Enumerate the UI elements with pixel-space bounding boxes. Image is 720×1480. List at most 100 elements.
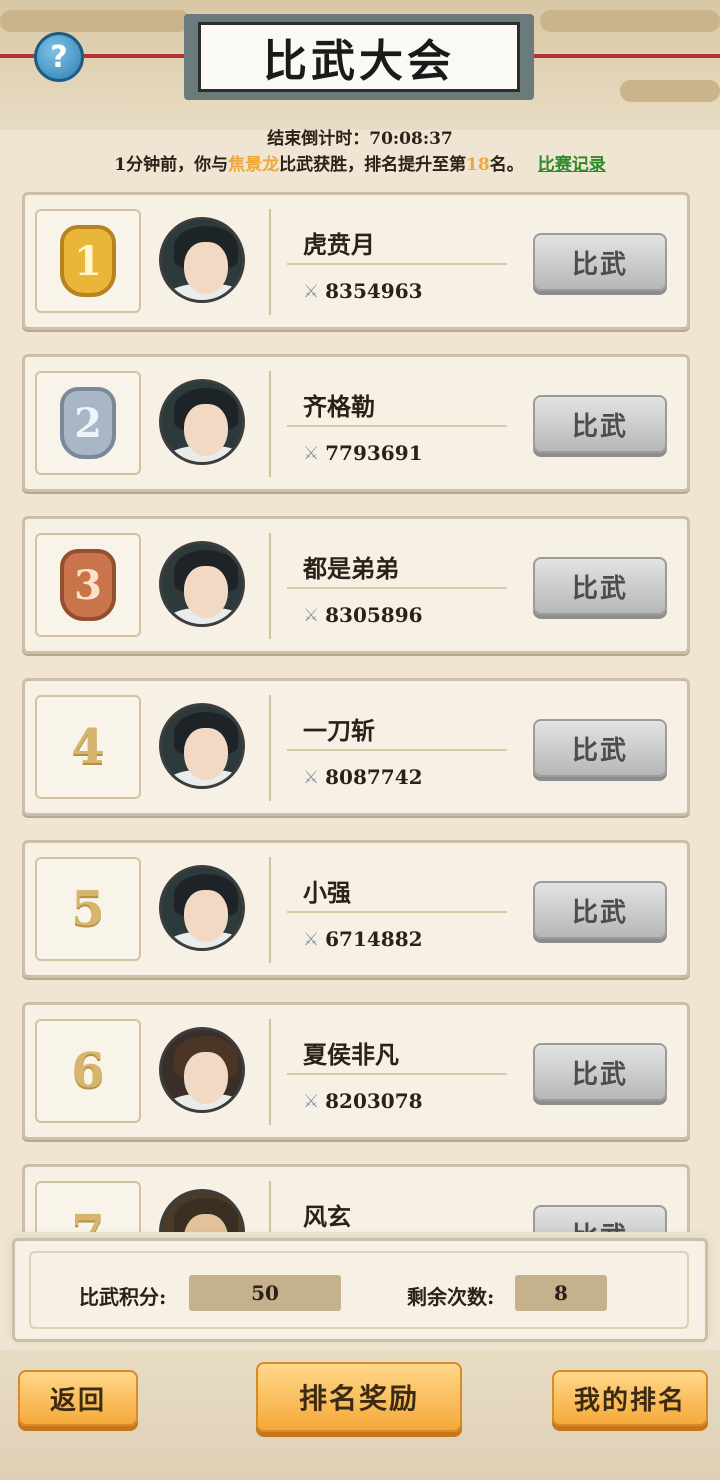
list-item: 2 齐格勒 ⚔ 7793691 比武 [22,354,690,492]
player-name: 齐格勒 [303,392,375,421]
crossed-swords-icon: ⚔ [303,766,320,788]
crossed-swords-icon: ⚔ [303,928,320,950]
rank-box: 2 [35,371,141,475]
page-title: 比武大会 [198,22,520,92]
crossed-swords-icon: ⚔ [303,442,320,464]
player-info: 风玄 比武 [269,1181,679,1232]
challenge-button[interactable]: 比武 [533,1205,667,1232]
rank-box: 1 [35,209,141,313]
combat-power: ⚔ 7793691 [303,441,423,465]
rank-box: 4 [35,695,141,799]
player-name: 虎贲月 [303,230,375,259]
bronze-medal-icon: 3 [60,549,116,621]
power-value: 8305896 [325,603,423,627]
back-button[interactable]: 返回 [18,1370,138,1426]
combat-power: ⚔ 8087742 [303,765,423,789]
match-record-link[interactable]: 比赛记录 [538,155,606,175]
countdown: 结束倒计时：70:08:37 [0,124,720,149]
points-value: 50 [189,1275,341,1311]
player-name: 风玄 [303,1202,351,1231]
challenge-button[interactable]: 比武 [533,395,667,453]
power-value: 6714882 [325,927,423,951]
ranking-list[interactable]: 1 虎贲月 ⚔8354963 比武 2 齐格勒 ⚔7793691 比武 3 [0,192,720,1232]
power-value: 8203078 [325,1089,423,1113]
list-item: 6 夏侯非凡 ⚔ 8203078 比武 [22,1002,690,1140]
player-info: 一刀斩 ⚔ 8087742 比武 [269,695,679,801]
crossed-swords-icon: ⚔ [303,280,320,302]
avatar[interactable] [159,857,249,957]
divider [287,911,507,913]
list-item: 7 风玄 比武 [22,1164,690,1232]
cloud-stripe [540,10,720,32]
divider [287,425,507,427]
challenge-button[interactable]: 比武 [533,1043,667,1101]
result-prefix: 1分钟前，你与 [114,155,229,175]
player-info: 虎贲月 ⚔ 8354963 比武 [269,209,679,315]
player-name: 夏侯非凡 [303,1040,399,1069]
challenge-button[interactable]: 比武 [533,557,667,615]
list-item: 5 小强 ⚔ 6714882 比武 [22,840,690,978]
combat-power: ⚔ 8354963 [303,279,423,303]
crossed-swords-icon: ⚔ [303,604,320,626]
rank-box: 3 [35,533,141,637]
challenge-button[interactable]: 比武 [533,881,667,939]
avatar[interactable] [159,533,249,633]
opponent-name: 焦景龙 [228,155,280,175]
gold-medal-icon: 1 [60,225,116,297]
cloud-stripe [620,80,720,102]
combat-power: ⚔ 6714882 [303,927,423,951]
rank-box: 6 [35,1019,141,1123]
result-mid: 比武获胜，排名提升至第 [279,155,467,175]
my-ranking-button[interactable]: 我的排名 [552,1370,708,1426]
title-plate: 比武大会 [184,14,534,100]
avatar[interactable] [159,1019,249,1119]
player-name: 都是弟弟 [303,554,399,583]
power-value: 8087742 [325,765,423,789]
list-item: 3 都是弟弟 ⚔ 8305896 比武 [22,516,690,654]
divider [287,749,507,751]
list-item: 4 一刀斩 ⚔ 8087742 比武 [22,678,690,816]
rank-number: 6 [71,1043,105,1099]
avatar[interactable] [159,371,249,471]
rank-number: 4 [71,719,105,775]
avatar[interactable] [159,1181,249,1232]
combat-power: ⚔ 8305896 [303,603,423,627]
silver-medal-icon: 2 [60,387,116,459]
player-info: 都是弟弟 ⚔ 8305896 比武 [269,533,679,639]
crossed-swords-icon: ⚔ [303,1090,320,1112]
score-inner: 比武积分: 50 剩余次数: 8 [29,1251,689,1329]
rank-rewards-button[interactable]: 排名奖励 [256,1362,462,1432]
cloud-stripe [0,10,190,32]
rank-number: 7 [71,1205,104,1232]
rank-box: 7 [35,1181,141,1232]
player-info: 小强 ⚔ 6714882 比武 [269,857,679,963]
power-value: 8354963 [325,279,423,303]
challenge-button[interactable]: 比武 [533,233,667,291]
divider [287,263,507,265]
power-value: 7793691 [325,441,423,465]
rank-number: 5 [71,881,105,937]
rank-box: 5 [35,857,141,961]
battle-result: 1分钟前，你与焦景龙比武获胜，排名提升至第18名。 比赛记录 [0,150,720,175]
remaining-label: 剩余次数: [407,1285,495,1309]
player-name: 一刀斩 [303,716,375,745]
remaining-value: 8 [515,1275,607,1311]
player-info: 齐格勒 ⚔ 7793691 比武 [269,371,679,477]
list-item: 1 虎贲月 ⚔ 8354963 比武 [22,192,690,330]
result-suffix: 名。 [489,155,524,175]
countdown-label: 结束倒计时： [267,129,370,149]
divider [287,1073,507,1075]
challenge-button[interactable]: 比武 [533,719,667,777]
player-name: 小强 [303,878,351,907]
player-info: 夏侯非凡 ⚔ 8203078 比武 [269,1019,679,1125]
help-button[interactable]: ? [34,32,84,82]
divider [287,587,507,589]
points-label: 比武积分: [79,1285,167,1309]
score-panel: 比武积分: 50 剩余次数: 8 [12,1238,708,1342]
combat-power: ⚔ 8203078 [303,1089,423,1113]
countdown-value: 70:08:37 [369,129,453,149]
avatar[interactable] [159,695,249,795]
question-mark-icon: ? [50,39,68,75]
avatar[interactable] [159,209,249,309]
current-rank: 18 [466,155,490,175]
